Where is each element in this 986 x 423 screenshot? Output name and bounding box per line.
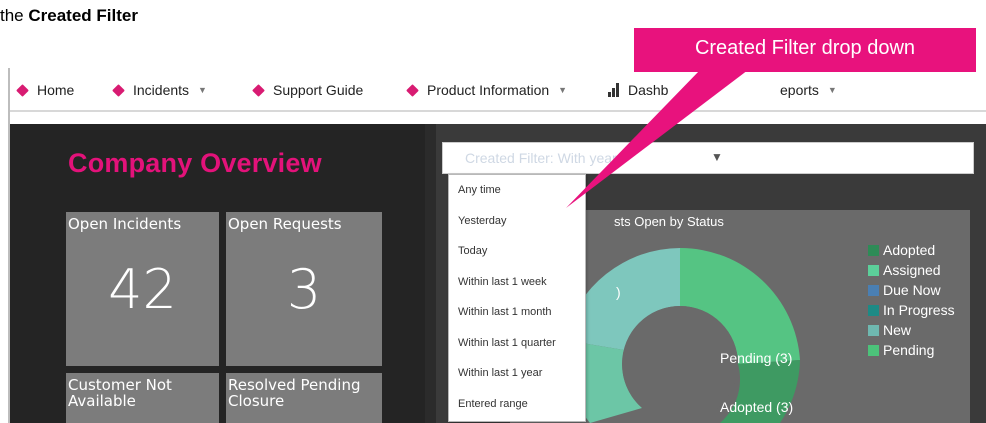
callout-box: Created Filter drop down (634, 28, 976, 72)
callout-text: Created Filter drop down (694, 37, 916, 59)
callout-pointer-shape (566, 70, 748, 208)
